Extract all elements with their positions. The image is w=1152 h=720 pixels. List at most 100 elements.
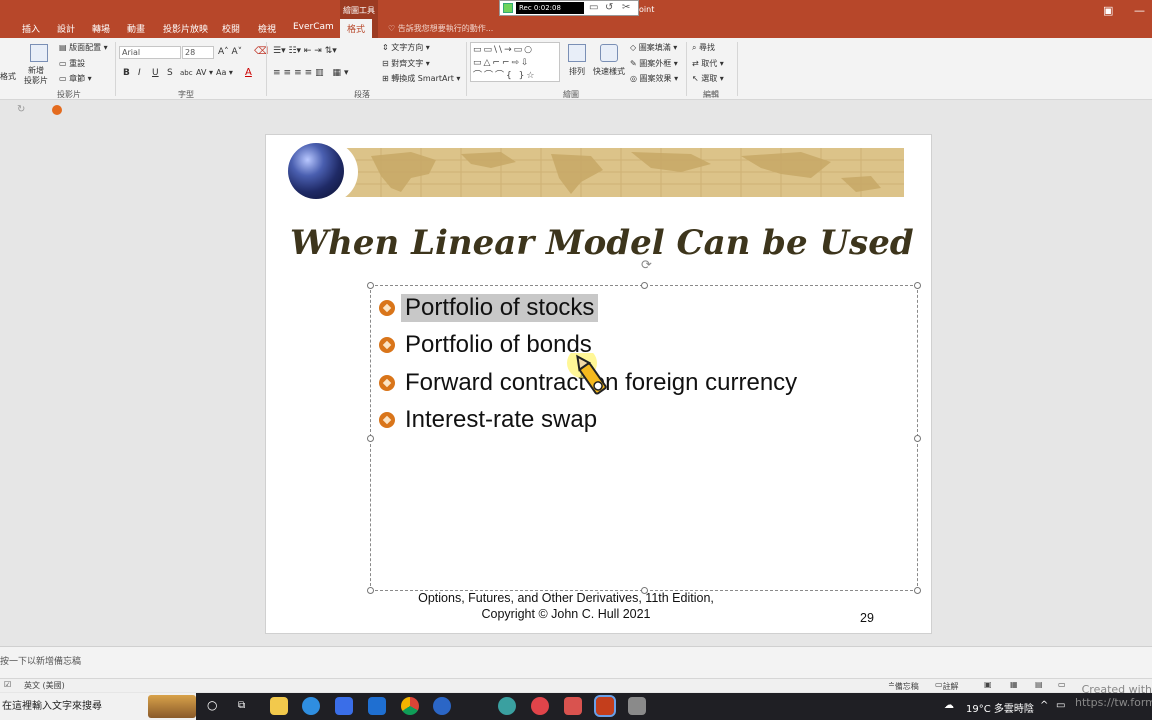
grow-font-button[interactable]: A˄ A˅ — [218, 47, 242, 57]
rotate-handle-icon[interactable]: ⟳ — [641, 258, 652, 273]
resize-handle[interactable] — [914, 282, 921, 289]
record-icon[interactable] — [52, 105, 62, 115]
bullet-text[interactable]: Portfolio of bonds — [405, 331, 592, 359]
shape-outline-button[interactable]: ✎ 圖案外框 ▾ — [630, 58, 678, 69]
shadow-button[interactable]: S — [167, 68, 173, 78]
char-spacing-button[interactable]: AV ▾ — [196, 68, 213, 77]
font-name-field[interactable]: Arial — [119, 46, 181, 59]
resize-handle[interactable] — [367, 282, 374, 289]
replace-button[interactable]: ⇄ 取代 ▾ — [692, 58, 724, 69]
scissors-icon[interactable]: ✂ — [622, 2, 630, 13]
tab-animations[interactable]: 動畫 — [127, 22, 145, 35]
spellcheck-icon[interactable]: ☑ — [4, 680, 11, 689]
tab-evercam[interactable]: EverCam — [293, 22, 334, 32]
resize-handle[interactable] — [914, 587, 921, 594]
notes-toggle[interactable]: ≐ 備忘稿 — [888, 680, 919, 691]
section-button[interactable]: ▭ 章節 ▾ — [59, 73, 92, 84]
app-icon[interactable] — [564, 697, 582, 715]
globe-logo-backdrop — [284, 141, 358, 203]
tell-me-search[interactable]: ♡ 告訴我您想要執行的動作... — [388, 23, 493, 34]
chrome-icon[interactable] — [401, 697, 419, 715]
resize-handle[interactable] — [367, 435, 374, 442]
align-text-button[interactable]: ⊟ 對齊文字 ▾ — [382, 58, 430, 69]
ie-icon[interactable] — [433, 697, 451, 715]
language-indicator[interactable]: 英文 (美國) — [24, 680, 65, 691]
underline-button[interactable]: U — [152, 68, 159, 78]
powerpoint-icon[interactable] — [594, 695, 616, 717]
layout-button[interactable]: ▤ 版面配置 ▾ — [59, 42, 108, 53]
world-map-graphic — [341, 148, 904, 197]
quick-styles-button[interactable]: 快速樣式 — [593, 66, 625, 77]
resize-handle[interactable] — [641, 282, 648, 289]
strikethrough-button[interactable]: abc — [180, 69, 193, 77]
select-button[interactable]: ↖ 選取 ▾ — [692, 73, 724, 84]
new-slide-button[interactable]: 新增 投影片 — [24, 66, 48, 86]
shapes-gallery[interactable]: ▭▭\\→▭○ ▭△⌐⌐⇨⇩ ⌒⌒⌒{ }☆ — [470, 42, 560, 82]
tab-review[interactable]: 校閱 — [222, 22, 240, 35]
tab-slideshow[interactable]: 投影片放映 — [163, 22, 208, 35]
slideshow-view-icon[interactable]: ▭ — [1058, 680, 1066, 689]
resize-handle[interactable] — [914, 435, 921, 442]
font-color-button[interactable]: A — [245, 67, 252, 78]
tab-format[interactable]: 格式 — [340, 19, 373, 38]
tab-design[interactable]: 設計 — [57, 22, 75, 35]
bullet-text[interactable]: Portfolio of stocks — [401, 293, 599, 322]
edge-icon[interactable] — [302, 697, 320, 715]
arrange-button[interactable]: 排列 — [569, 66, 585, 77]
task-view-icon[interactable]: ⧉ — [238, 700, 245, 711]
mail-icon[interactable] — [368, 697, 386, 715]
weather-text[interactable]: 19°C 多雲時陰 — [966, 700, 1034, 715]
undo-icon[interactable]: ↺ — [605, 2, 613, 13]
normal-view-icon[interactable]: ▣ — [984, 680, 992, 689]
notes-placeholder[interactable]: 按一下以新增備忘稿 — [0, 654, 81, 667]
network-icon[interactable]: ▭ — [1056, 700, 1065, 711]
world-map-banner — [341, 148, 904, 197]
app-icon[interactable] — [628, 697, 646, 715]
search-highlight-image — [148, 695, 196, 718]
footer-line-1: Options, Futures, and Other Derivatives,… — [418, 591, 714, 605]
screen-icon[interactable]: ▭ — [589, 2, 598, 13]
list-item[interactable]: Portfolio of stocks — [379, 289, 797, 327]
arrange-icon[interactable] — [568, 44, 586, 62]
text-direction-button[interactable]: ⇕ 文字方向 ▾ — [382, 42, 430, 53]
slide-canvas[interactable]: When Linear Model Can be Used ⟳ Portfoli… — [265, 134, 932, 634]
content-textbox[interactable]: ⟳ Portfolio of stocks Portfolio of bonds… — [367, 258, 921, 594]
chevron-up-icon[interactable]: ^ — [1040, 700, 1048, 711]
align-buttons[interactable]: ≡≡≡≡▥ ▦▾ — [273, 68, 352, 78]
sorter-view-icon[interactable]: ▦ — [1010, 680, 1018, 689]
footer-line-2: Copyright © John C. Hull 2021 — [481, 607, 651, 621]
bold-button[interactable]: B — [123, 68, 130, 78]
record-indicator-icon[interactable] — [503, 3, 513, 13]
change-case-button[interactable]: Aa ▾ — [216, 68, 233, 77]
shape-effects-button[interactable]: ◎ 圖案效果 ▾ — [630, 73, 678, 84]
reading-view-icon[interactable]: ▤ — [1035, 680, 1043, 689]
ribbon-display-icon[interactable]: ▣ — [1103, 4, 1113, 17]
store-icon[interactable] — [335, 697, 353, 715]
tab-insert[interactable]: 插入 — [22, 22, 40, 35]
comments-toggle[interactable]: ▭ 註解 — [935, 680, 959, 691]
text-direction-label: 文字方向 — [391, 43, 424, 52]
weather-icon[interactable]: ☁ — [944, 700, 954, 711]
tab-transitions[interactable]: 轉場 — [92, 22, 110, 35]
shape-fill-button[interactable]: ◇ 圖案填滿 ▾ — [630, 42, 677, 53]
cortana-icon[interactable]: ○ — [207, 698, 217, 712]
find-button[interactable]: ⌕ 尋找 — [692, 42, 715, 53]
minimize-icon[interactable]: — — [1134, 4, 1145, 17]
slide-title[interactable]: When Linear Model Can be Used — [290, 223, 914, 263]
notes-pane[interactable]: 按一下以新增備忘稿 — [0, 646, 1152, 678]
font-size-field[interactable]: 28 — [182, 46, 214, 59]
new-slide-icon[interactable] — [30, 44, 48, 62]
file-explorer-icon[interactable] — [270, 697, 288, 715]
reset-button[interactable]: ▭ 重設 — [59, 58, 85, 69]
redo-icon[interactable]: ↻ — [17, 104, 25, 115]
bullets-button[interactable]: ☰▾ ☷▾ ⇤ ⇥ ⇅▾ — [273, 46, 337, 56]
quick-styles-icon[interactable] — [600, 44, 618, 62]
smartart-label: 轉換成 SmartArt — [391, 74, 454, 83]
italic-button[interactable]: I — [138, 68, 141, 78]
convert-smartart-button[interactable]: ⊞ 轉換成 SmartArt ▾ — [382, 73, 460, 84]
app-icon[interactable] — [498, 697, 516, 715]
app-icon[interactable] — [531, 697, 549, 715]
tab-view[interactable]: 檢視 — [258, 22, 276, 35]
slide-number: 29 — [860, 611, 874, 625]
group-label-slides: 投影片 — [57, 90, 81, 99]
